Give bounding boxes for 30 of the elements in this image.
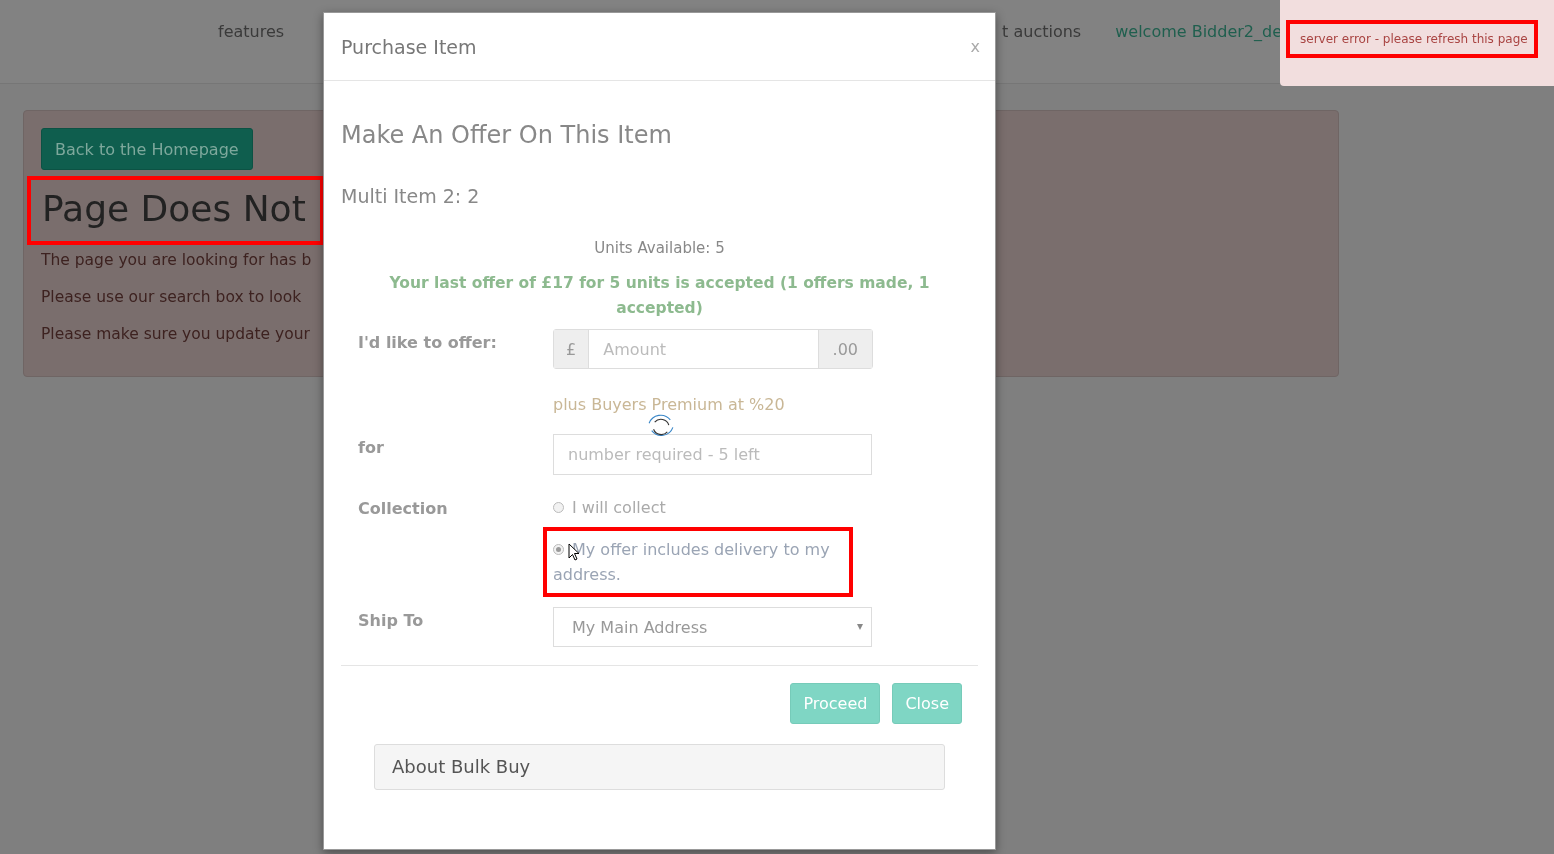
dialog-button[interactable]: Proceed <box>790 683 881 724</box>
item-title: Multi Item 2: 2 <box>341 185 481 207</box>
field-label: Collection <box>357 498 449 520</box>
welcome-link[interactable]: welcome Bidder2_de <box>1115 22 1282 41</box>
amount-input-group[interactable]: £ Amount .00 <box>553 329 873 369</box>
field-label: I'd like to offer: <box>357 332 498 354</box>
modal-title: Purchase Item <box>341 35 477 58</box>
decimal-addon: .00 <box>817 330 872 368</box>
bulk-buy-panel[interactable]: About Bulk Buy <box>374 744 945 790</box>
homepage-button[interactable]: Back to the Homepage <box>41 128 253 170</box>
paragraph: Please make sure you update your <box>41 324 311 345</box>
dialog-button[interactable]: Close <box>892 683 962 724</box>
offer-notice: Your last offer of £17 for 5 units is accepted (1 offers made, 1 accepted) <box>388 273 931 319</box>
radio-button[interactable] <box>553 502 564 513</box>
nav-link[interactable]: t auctions <box>1002 22 1082 41</box>
dismiss-button[interactable]: x <box>970 37 980 56</box>
radio-label[interactable]: I will collect <box>553 495 873 520</box>
field-label: Ship To <box>357 610 425 632</box>
units-available: Units Available: 5 <box>593 239 726 257</box>
field-label: for <box>357 437 385 459</box>
radio-button[interactable] <box>553 544 564 555</box>
currency-addon: £ <box>554 330 590 368</box>
nav-link[interactable]: features <box>218 22 285 41</box>
paragraph: Please use our search box to look <box>41 287 303 308</box>
paragraph: The page you are looking for has b <box>41 250 313 271</box>
offer-heading: Make An Offer On This Item <box>341 121 673 149</box>
caret-icon <box>857 624 863 630</box>
quantity-field[interactable]: number required - 5 left <box>553 434 872 475</box>
ship-to-select[interactable]: My Main Address <box>553 607 872 647</box>
premium-note: plus Buyers Premium at %20 <box>553 395 786 414</box>
